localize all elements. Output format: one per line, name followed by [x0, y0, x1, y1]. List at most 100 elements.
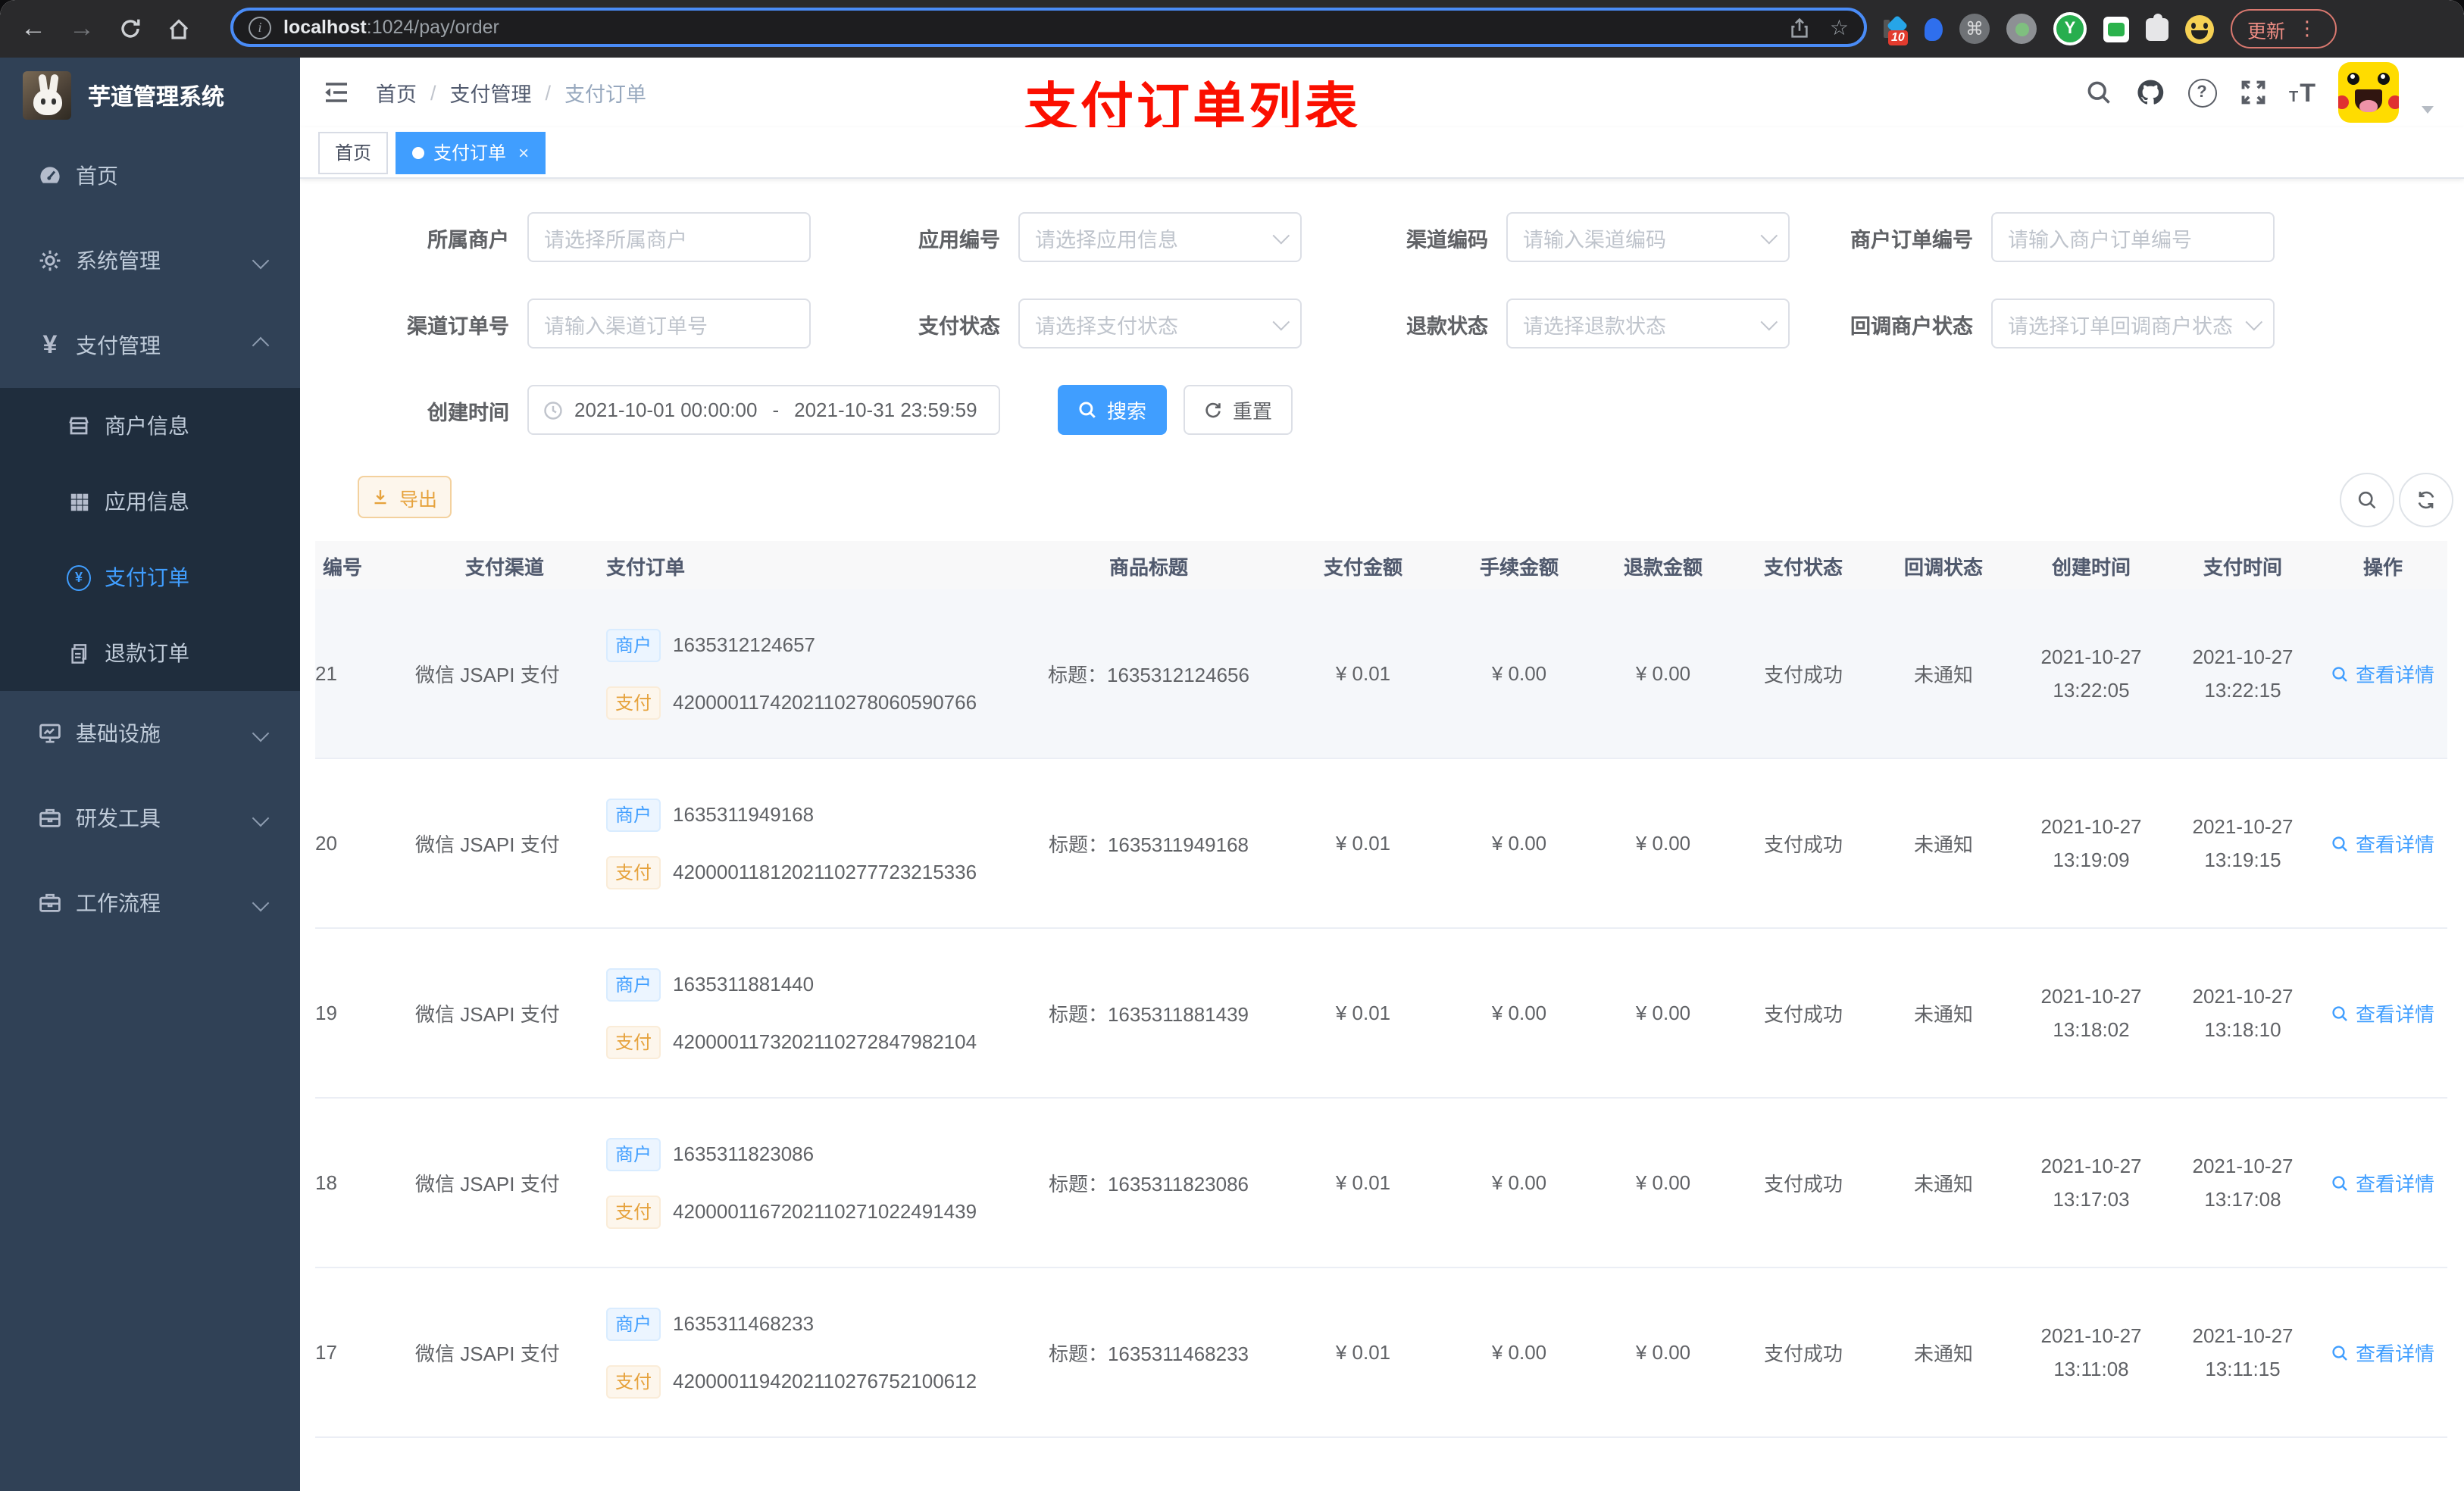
browser-back-icon[interactable]: ← — [12, 8, 55, 50]
extension-command-icon[interactable]: ⌘ — [1959, 14, 1990, 44]
pay-tag: 支付 — [606, 1025, 661, 1058]
merchant-tag: 商户 — [606, 1137, 661, 1171]
merchant-order-no-input[interactable]: 请输入商户订单编号 — [1991, 212, 2275, 262]
browser-home-icon[interactable] — [158, 8, 200, 50]
placeholder: 请选择所属商户 — [544, 228, 687, 251]
reset-button-label: 重置 — [1232, 400, 1272, 423]
merchant-order-no: 1635311949168 — [673, 803, 815, 826]
tab-home[interactable]: 首页 — [318, 131, 389, 173]
browser-forward-icon[interactable]: → — [61, 8, 103, 50]
sidebar-item-label: 退款订单 — [105, 641, 189, 665]
col-refund: 退款金额 — [1623, 555, 1703, 578]
view-detail-link[interactable]: 查看详情 — [2331, 1338, 2434, 1367]
extension-record-icon[interactable] — [2006, 14, 2037, 44]
export-button-label: 导出 — [399, 489, 437, 510]
date-range-input[interactable]: 2021-10-01 00:00:00 - 2021-10-31 23:59:5… — [527, 385, 1000, 435]
filter-merchant-order-no: 商户订单编号 请输入商户订单编号 — [1806, 212, 2275, 262]
sidebar-item-merchant-info[interactable]: 商户信息 — [0, 388, 300, 464]
notify-status-select[interactable]: 请选择订单回调商户状态 — [1991, 299, 2275, 349]
browser-menu-icon[interactable]: ⋮ — [2297, 17, 2317, 41]
table-row[interactable]: 21 微信 JSAPI 支付 商户 1635312124657 支付 4200001… — [315, 589, 2447, 759]
col-pay-order: 支付订单 — [606, 555, 686, 578]
user-avatar[interactable] — [2338, 62, 2399, 123]
sidebar-item-refund-order[interactable]: 退款订单 — [0, 615, 300, 691]
filter-app-id: 应用编号 请选择应用信息 — [833, 212, 1302, 262]
browser-toolbar: ← → i localhost :1024/pay/order ☆ 10 ⌘ Y… — [0, 0, 2464, 58]
sidebar-logo[interactable]: 芋道管理系统 — [0, 58, 300, 124]
sidebar-collapse-icon[interactable] — [321, 77, 352, 108]
sidebar-item-label: 基础设施 — [76, 721, 161, 746]
select-caret-icon — [1272, 226, 1290, 244]
font-size-icon[interactable]: T T — [2289, 80, 2315, 105]
view-detail-label: 查看详情 — [2355, 833, 2434, 856]
extension-y-icon[interactable]: Y — [2053, 12, 2087, 45]
export-button[interactable]: 导出 — [358, 476, 452, 518]
pay-status-select[interactable]: 请选择支付状态 — [1018, 299, 1302, 349]
profile-avatar-icon[interactable] — [2185, 14, 2214, 43]
app-header: 首页 / 支付管理 / 支付订单 支付订单列表 ? T T — [300, 58, 2464, 138]
fullscreen-icon[interactable] — [2239, 79, 2266, 106]
cell-channel — [364, 1438, 576, 1491]
yen-circle-glyph: ¥ — [67, 564, 91, 590]
site-info-icon[interactable]: i — [249, 16, 271, 39]
table-row[interactable]: 19 微信 JSAPI 支付 商户 1635311881440 支付 4200001… — [315, 929, 2447, 1099]
help-icon[interactable]: ? — [2187, 78, 2216, 107]
app-id-select[interactable]: 请选择应用信息 — [1018, 212, 1302, 262]
cell-amount: ¥ 0.01 — [1335, 662, 1391, 685]
sidebar-item-pay-order[interactable]: ¥ 支付订单 — [0, 539, 300, 615]
breadcrumb-pay[interactable]: 支付管理 — [450, 77, 532, 108]
breadcrumb-separator: / — [545, 81, 552, 104]
sidebar-item-devtools[interactable]: 研发工具 — [0, 776, 300, 861]
sidebar-item-app-info[interactable]: 应用信息 — [0, 464, 300, 539]
table-row[interactable]: 20 微信 JSAPI 支付 商户 1635311949168 支付 4200001… — [315, 759, 2447, 929]
merchant-input[interactable]: 请选择所属商户 — [527, 212, 811, 262]
view-detail-link[interactable]: 查看详情 — [2331, 1168, 2434, 1197]
github-icon[interactable] — [2134, 77, 2165, 108]
browser-extensions: 10 ⌘ Y 更新 ⋮ — [1884, 0, 2337, 58]
search-icon[interactable] — [2084, 79, 2112, 106]
view-detail-link[interactable]: 查看详情 — [2331, 999, 2434, 1027]
sidebar-item-infrastructure[interactable]: 基础设施 — [0, 691, 300, 776]
share-icon[interactable] — [1789, 16, 1812, 39]
view-detail-link[interactable]: 查看详情 — [2331, 659, 2434, 688]
sidebar-item-system[interactable]: 系统管理 — [0, 218, 300, 303]
extension-balloon-icon[interactable] — [1925, 17, 1943, 40]
cell-created: 2021-10-27 13:18:02 — [2040, 984, 2142, 1040]
pay-tag: 支付 — [606, 855, 661, 889]
tab-close-icon[interactable]: × — [518, 142, 529, 163]
breadcrumb-home[interactable]: 首页 — [376, 77, 417, 108]
table-row[interactable]: 17 微信 JSAPI 支付 商户 1635311468233 支付 4200001… — [315, 1268, 2447, 1438]
filter-create-time: 创建时间 2021-10-01 00:00:00 - 2021-10-31 23… — [342, 385, 1000, 435]
cell-title: 标题：1635311949168 — [1048, 833, 1249, 856]
refund-status-select[interactable]: 请选择退款状态 — [1506, 299, 1790, 349]
table-row[interactable]: 18 微信 JSAPI 支付 商户 1635311823086 支付 4200001… — [315, 1099, 2447, 1268]
table-row-partial[interactable]: 商户1635311457136 — [315, 1438, 2447, 1491]
pay-order-no: 4200001173202110272847982104 — [673, 1030, 977, 1053]
browser-reload-icon[interactable] — [109, 8, 152, 50]
sidebar-item-pay[interactable]: ¥ 支付管理 — [0, 303, 300, 388]
placeholder: 请选择支付状态 — [1035, 314, 1178, 337]
extensions-puzzle-icon[interactable] — [2146, 13, 2169, 40]
extension-diamond-icon[interactable]: 10 — [1884, 14, 1909, 45]
toggle-search-button[interactable] — [2340, 473, 2394, 527]
channel-order-no-input[interactable]: 请输入渠道订单号 — [527, 299, 811, 349]
search-button[interactable]: 搜索 — [1058, 385, 1167, 435]
sidebar-item-home[interactable]: 首页 — [0, 133, 300, 218]
sidebar-item-workflow[interactable]: 工作流程 — [0, 861, 300, 946]
extension-chat-icon[interactable] — [2103, 16, 2129, 42]
browser-update-button[interactable]: 更新 ⋮ — [2231, 9, 2337, 48]
refresh-button[interactable] — [2399, 473, 2453, 527]
cell-pay-order: 商户 1635312124657 支付 4200001174202110278060… — [576, 589, 1030, 758]
page-scaler: ← → i localhost :1024/pay/order ☆ 10 ⌘ Y… — [0, 0, 2464, 1491]
avatar-dropdown-caret-icon[interactable] — [2422, 105, 2434, 113]
address-bar[interactable]: i localhost :1024/pay/order ☆ — [230, 8, 1867, 47]
filter-label: 渠道订单号 — [407, 314, 509, 337]
logo-rabbit-icon — [23, 71, 71, 120]
clock-icon — [543, 399, 564, 420]
bookmark-star-icon[interactable]: ☆ — [1830, 14, 1849, 40]
reset-button[interactable]: 重置 — [1184, 385, 1293, 435]
cell-notify: 未通知 — [1913, 1003, 1973, 1026]
tab-pay-order[interactable]: 支付订单 × — [396, 131, 546, 173]
channel-code-select[interactable]: 请输入渠道编码 — [1506, 212, 1790, 262]
view-detail-link[interactable]: 查看详情 — [2331, 829, 2434, 858]
